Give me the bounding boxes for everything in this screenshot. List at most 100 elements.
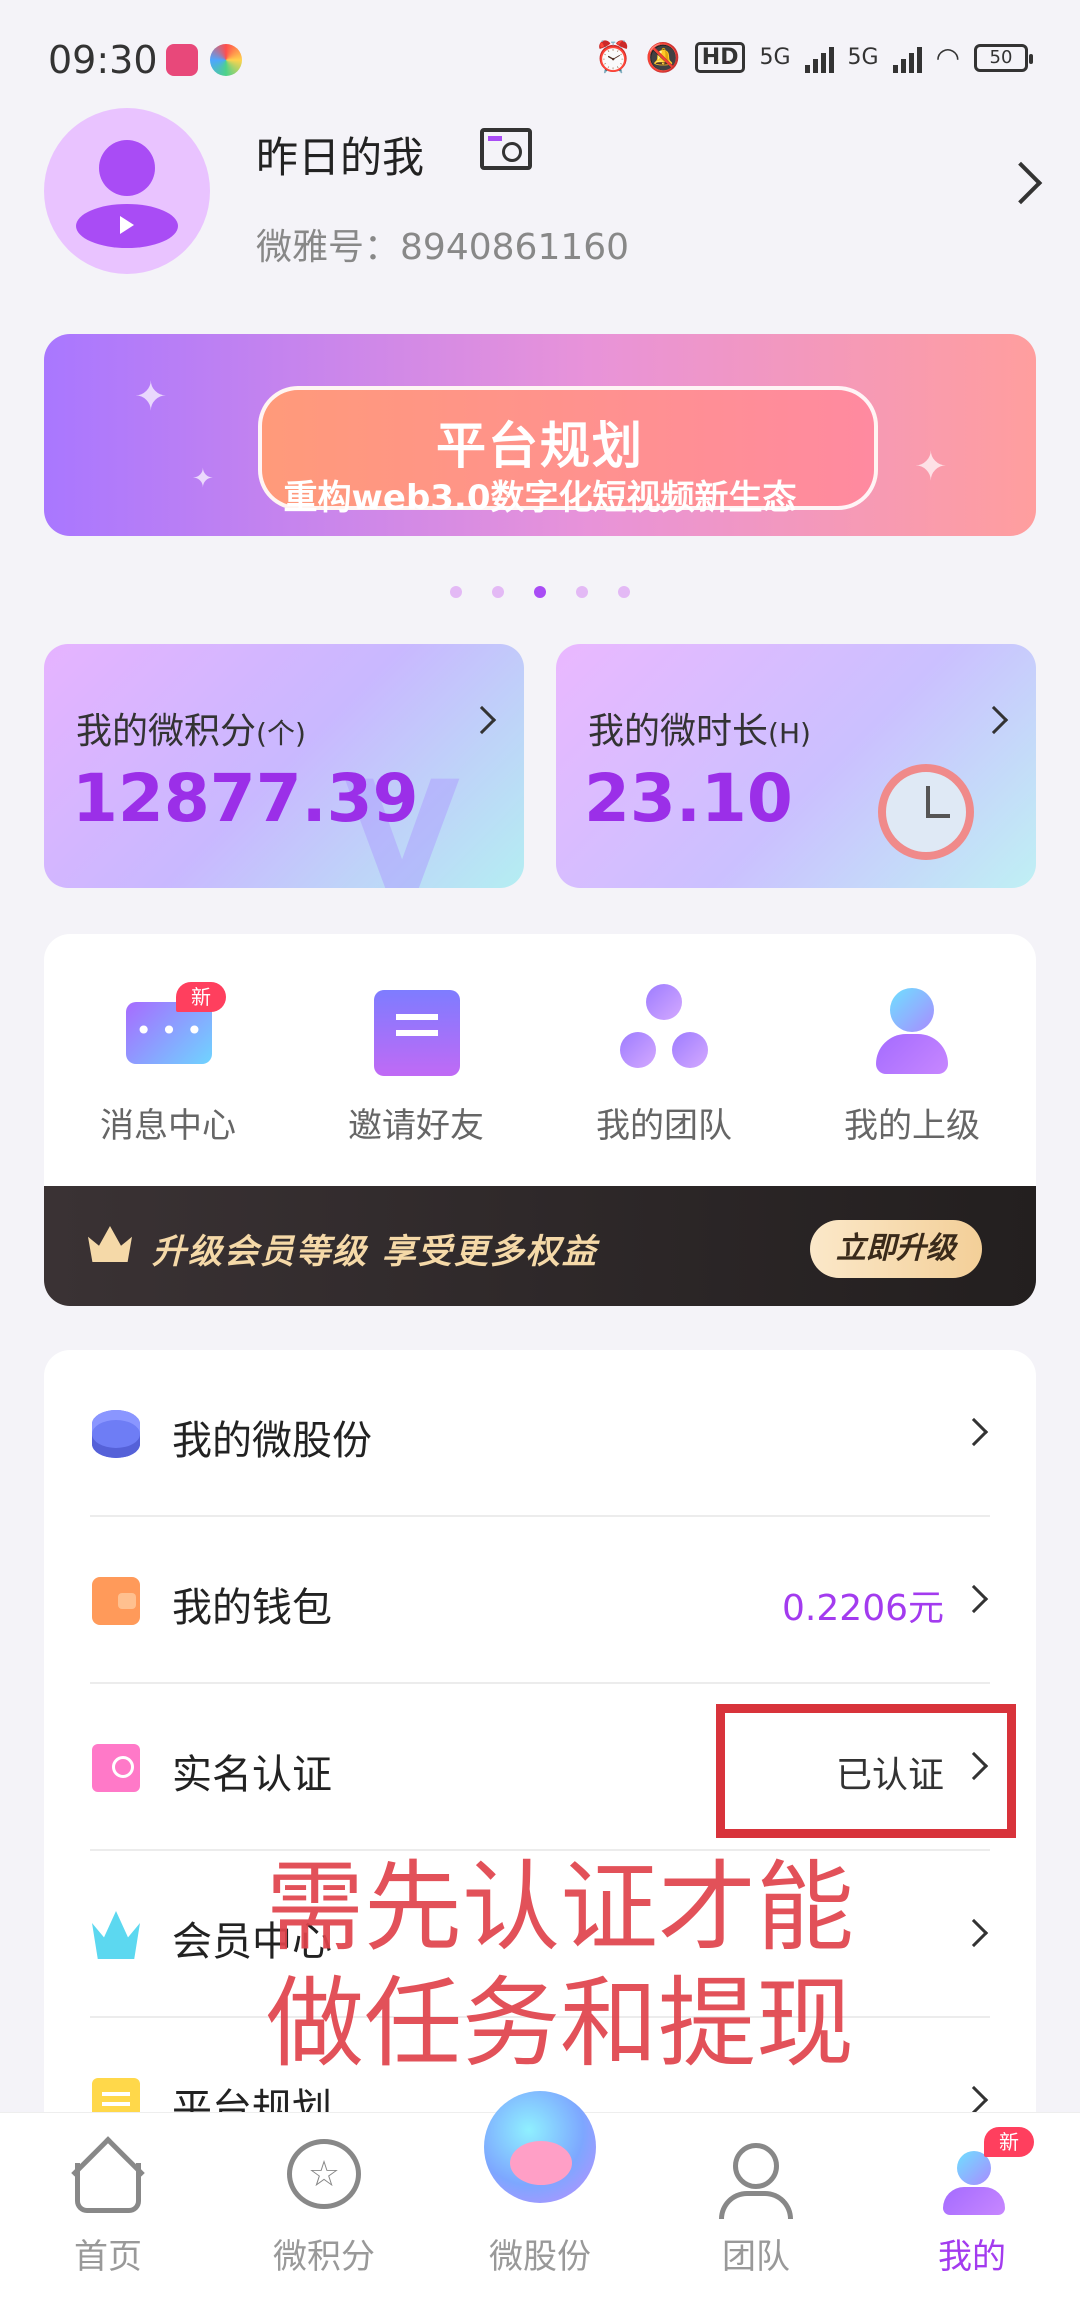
status-right-group: ⏰ 🔕 HD 5G 5G ◠ 50: [594, 40, 1033, 75]
play-icon: [120, 216, 134, 234]
wallet-balance: 0.2206元: [782, 1588, 944, 1629]
pagination-dot[interactable]: [450, 586, 462, 598]
quick-item-label: 邀请好友: [348, 1106, 484, 1146]
new-badge: 新: [984, 2127, 1034, 2157]
bilibili-app-icon: [166, 44, 198, 76]
team-dots-icon: [616, 982, 712, 1078]
chevron-right-icon: [959, 2085, 989, 2115]
upgrade-now-button[interactable]: 立即升级: [810, 1220, 982, 1278]
bottom-tab-bar: 首页 微积分 微股份 团队 新 我的: [0, 2091, 1080, 2312]
annotation-line-1: 需先认证才能: [266, 1851, 855, 1965]
pagination-dot[interactable]: [576, 586, 588, 598]
envelope-icon: [374, 990, 460, 1076]
tab-label: 微积分: [273, 2237, 375, 2277]
annotation-line-2: 做任务和提现: [266, 1967, 855, 2081]
id-card-icon: [92, 1744, 140, 1792]
banner-pagination: [0, 586, 1080, 598]
hours-label-text: 我的微时长: [588, 711, 769, 752]
mute-icon: 🔕: [645, 41, 681, 74]
crown-icon: [88, 1226, 132, 1262]
banner[interactable]: ✦ ✦ ✦ 平台规划 重构web3.0数字化短视频新生态: [44, 334, 1036, 536]
tab-label: 微股份: [489, 2237, 591, 2277]
quick-item-label: 我的团队: [596, 1106, 732, 1146]
quick-item-messages[interactable]: 新 消息中心: [44, 934, 292, 1186]
wallet-icon: [92, 1577, 140, 1625]
tab-team[interactable]: 团队: [648, 2113, 864, 2312]
tab-shares[interactable]: 微股份: [432, 2091, 648, 2312]
menu-item-shares[interactable]: 我的微股份: [44, 1350, 1036, 1517]
annotation-note: 需先认证才能 做任务和提现: [266, 1850, 946, 2082]
invite-icon: [368, 982, 464, 1078]
quick-actions-panel: 新 消息中心 邀请好友 我的团队 我的上级: [44, 934, 1036, 1306]
profile-id: 微雅号：8940861160: [256, 218, 629, 270]
tab-label: 我的: [938, 2237, 1006, 2277]
hours-value: 23.10: [584, 760, 793, 837]
chevron-right-icon: [979, 705, 1009, 735]
banner-subtitle: 重构web3.0数字化短视频新生态: [283, 478, 797, 518]
team-icon: [616, 982, 712, 1078]
quick-item-superior[interactable]: 我的上级: [788, 934, 1036, 1186]
superior-head: [890, 988, 934, 1032]
points-card[interactable]: V 我的微积分(个) 12877.39: [44, 644, 524, 888]
alarm-icon: ⏰: [594, 40, 632, 75]
profile-id-label: 微雅号：: [256, 227, 401, 268]
database-icon: [92, 1410, 140, 1458]
chevron-right-icon: [959, 1584, 989, 1614]
status-time: 09:30: [48, 38, 158, 82]
id-card-icon[interactable]: [480, 128, 532, 170]
team-dot: [620, 1032, 656, 1068]
points-label: 我的微积分(个): [76, 702, 306, 754]
signal-1-icon: [804, 43, 834, 73]
avatar-head: [99, 140, 155, 196]
points-unit: (个): [256, 717, 306, 750]
profile-id-value: 8940861160: [400, 227, 630, 268]
chevron-right-icon: [959, 1417, 989, 1447]
avatar[interactable]: [44, 108, 210, 274]
hours-card[interactable]: 我的微时长(H) 23.10: [556, 644, 1036, 888]
piggy-bank-icon: [484, 2091, 596, 2203]
tab-points[interactable]: 微积分: [216, 2113, 432, 2312]
home-icon: [75, 2163, 141, 2213]
crown-icon: [92, 1911, 140, 1959]
points-label-text: 我的微积分: [76, 711, 257, 752]
team-icon: [733, 2143, 779, 2189]
vip-upgrade-bar[interactable]: 升级会员等级 享受更多权益 立即升级: [44, 1186, 1036, 1306]
chevron-right-icon: [467, 705, 497, 735]
tab-home[interactable]: 首页: [0, 2113, 216, 2312]
team-dot: [646, 984, 682, 1020]
tab-label: 首页: [74, 2237, 142, 2277]
superior-body: [876, 1034, 948, 1074]
message-icon: 新: [120, 982, 226, 1078]
quick-actions-row: 新 消息中心 邀请好友 我的团队 我的上级: [44, 934, 1036, 1186]
hours-label: 我的微时长(H): [588, 702, 811, 754]
quick-item-team[interactable]: 我的团队: [540, 934, 788, 1186]
pagination-dot[interactable]: [492, 586, 504, 598]
alarm-clock-icon: [878, 764, 974, 860]
profile-nickname[interactable]: 昨日的我: [256, 124, 424, 185]
menu-item-wallet[interactable]: 我的钱包 0.2206元: [44, 1517, 1036, 1684]
pagination-dot[interactable]: [618, 586, 630, 598]
chevron-right-icon[interactable]: [999, 161, 1043, 205]
new-badge: 新: [176, 982, 226, 1012]
menu-item-label: 我的钱包: [172, 1585, 332, 1631]
tab-me[interactable]: 新 我的: [864, 2113, 1080, 2312]
tab-label: 团队: [722, 2237, 790, 2277]
pagination-dot-active[interactable]: [534, 586, 546, 598]
colorful-app-icon: [210, 44, 242, 76]
menu-item-label: 我的微股份: [172, 1418, 372, 1464]
status-bar: 09:30 ⏰ 🔕 HD 5G 5G ◠ 50: [0, 0, 1080, 120]
profile-body: [943, 2187, 1005, 2215]
wifi-icon: ◠: [935, 41, 960, 74]
battery-icon: 50: [974, 43, 1033, 72]
quick-item-invite[interactable]: 邀请好友: [292, 934, 540, 1186]
team-dot: [672, 1032, 708, 1068]
chevron-right-icon: [959, 1918, 989, 1948]
hours-unit: (H): [768, 717, 811, 750]
team-body-icon: [719, 2191, 793, 2219]
signal-2-icon: [892, 43, 922, 73]
signal-2-label: 5G: [847, 45, 879, 70]
quick-item-label: 消息中心: [100, 1106, 236, 1146]
banner-title: 平台规划: [436, 417, 644, 475]
points-value: 12877.39: [72, 760, 419, 837]
annotation-highlight-box: [716, 1704, 1016, 1838]
